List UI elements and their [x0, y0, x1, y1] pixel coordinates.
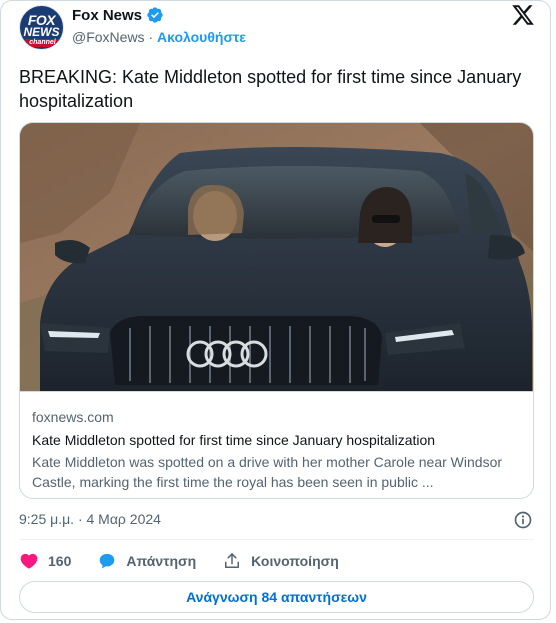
x-logo-icon[interactable]: [511, 3, 535, 27]
heart-icon: [20, 553, 38, 569]
like-button[interactable]: 160: [19, 551, 71, 571]
link-preview-meta: foxnews.com Kate Middleton spotted for f…: [20, 391, 533, 498]
reply-label: Απάντηση: [126, 553, 197, 569]
avatar[interactable]: FOX NEWS channel: [19, 5, 64, 50]
reply-bubble-icon: [100, 553, 115, 569]
share-label: Κοινοποίηση: [251, 553, 339, 569]
handle-row: @FoxNews · Ακολουθήστε: [72, 29, 246, 45]
name-row: Fox News: [72, 6, 164, 24]
tweet-header: FOX NEWS channel Fox News @FoxNews · Ακο…: [19, 1, 539, 51]
separator: ·: [144, 29, 158, 45]
verified-badge-icon: [146, 6, 164, 24]
action-row: 160 Απάντηση Κοινοποίηση: [19, 549, 365, 573]
link-preview-card[interactable]: foxnews.com Kate Middleton spotted for f…: [19, 122, 534, 499]
link-preview-image: [20, 123, 533, 391]
link-title: Kate Middleton spotted for first time si…: [32, 432, 436, 448]
info-icon[interactable]: [513, 510, 533, 530]
reply-button[interactable]: Απάντηση: [97, 551, 196, 571]
follow-link[interactable]: Ακολουθήστε: [157, 29, 246, 45]
tweet-timestamp[interactable]: 9:25 μ.μ. · 4 Μαρ 2024: [19, 511, 161, 527]
divider: [19, 539, 534, 540]
read-replies-button[interactable]: Ανάγνωση 84 απαντήσεων: [19, 581, 534, 613]
display-name[interactable]: Fox News: [72, 7, 142, 24]
avatar-logo-mid: NEWS: [23, 25, 60, 39]
tweet-embed: FOX NEWS channel Fox News @FoxNews · Ακο…: [0, 0, 551, 620]
link-domain: foxnews.com: [32, 409, 114, 425]
like-count: 160: [48, 553, 72, 569]
avatar-logo-bottom: channel: [25, 39, 60, 47]
link-description: Kate Middleton was spotted on a drive wi…: [32, 454, 503, 490]
share-button[interactable]: Κοινοποίηση: [222, 551, 339, 571]
handle[interactable]: @FoxNews: [72, 29, 145, 45]
share-icon: [225, 553, 240, 568]
tweet-text: BREAKING: Kate Middleton spotted for fir…: [19, 67, 522, 111]
